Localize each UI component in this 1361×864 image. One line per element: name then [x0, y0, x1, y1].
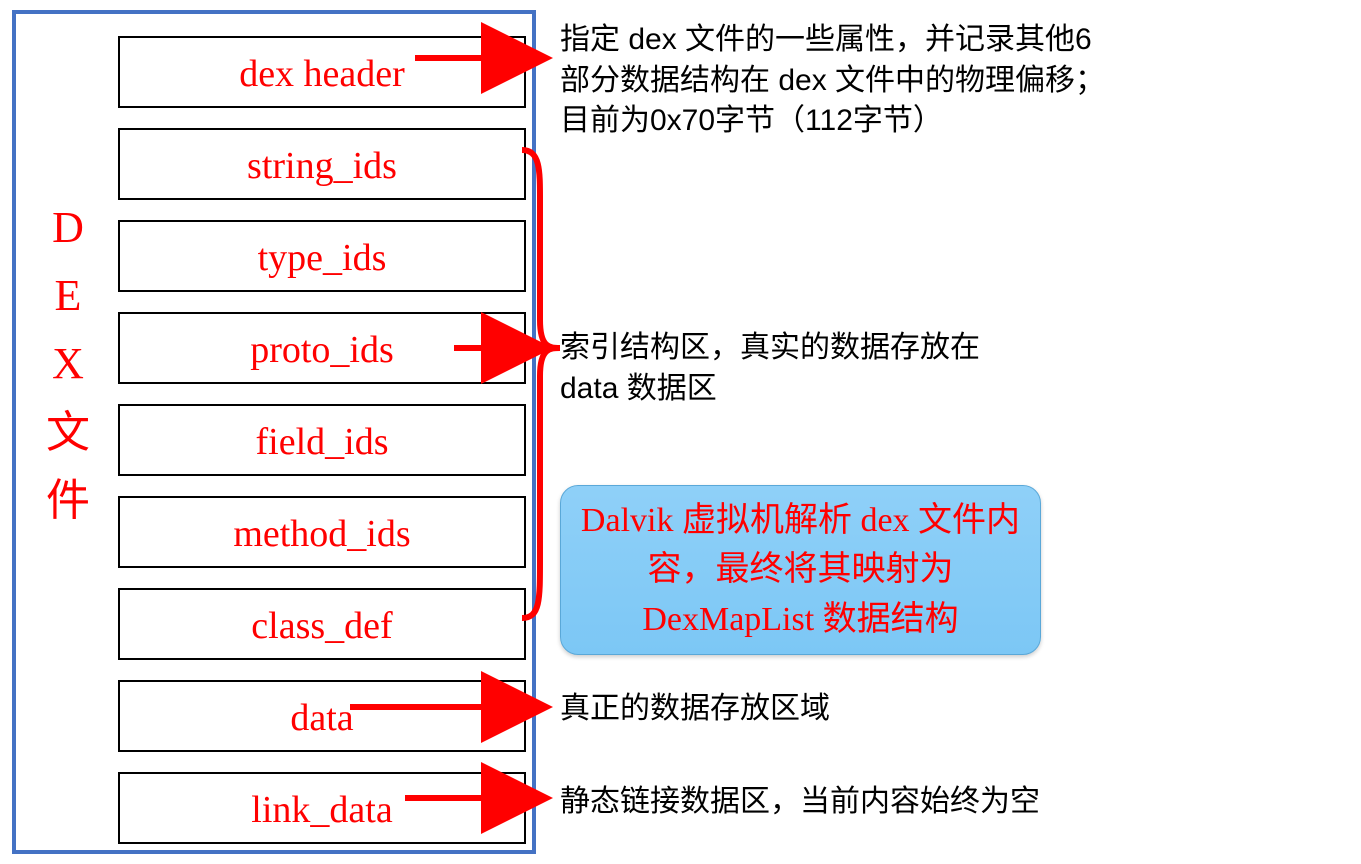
- vert-char: E: [44, 262, 92, 330]
- section-dex-header: dex header: [118, 36, 526, 108]
- dex-file-outer-box: D E X 文 件 dex header string_ids type_ids…: [12, 10, 536, 854]
- section-proto-ids: proto_ids: [118, 312, 526, 384]
- section-stack: dex header string_ids type_ids proto_ids…: [118, 36, 526, 844]
- section-data: data: [118, 680, 526, 752]
- section-gap: [118, 568, 526, 588]
- desc-data-area: 真正的数据存放区域: [560, 689, 1020, 730]
- dex-file-vertical-label: D E X 文 件: [44, 194, 92, 535]
- section-link-data: link_data: [118, 772, 526, 844]
- section-method-ids: method_ids: [118, 496, 526, 568]
- vert-char: D: [44, 194, 92, 262]
- section-gap: [118, 200, 526, 220]
- section-gap: [118, 292, 526, 312]
- section-gap: [118, 752, 526, 772]
- desc-dex-header: 指定 dex 文件的一些属性，并记录其他6部分数据结构在 dex 文件中的物理偏…: [560, 20, 1120, 142]
- section-type-ids: type_ids: [118, 220, 526, 292]
- vert-char: 文: [44, 399, 92, 467]
- section-gap: [118, 108, 526, 128]
- dalvik-callout-box: Dalvik 虚拟机解析 dex 文件内容，最终将其映射为 DexMapList…: [560, 485, 1041, 655]
- section-field-ids: field_ids: [118, 404, 526, 476]
- section-string-ids: string_ids: [118, 128, 526, 200]
- desc-link-data: 静态链接数据区，当前内容始终为空: [560, 782, 1120, 823]
- vert-char: X: [44, 330, 92, 398]
- section-class-def: class_def: [118, 588, 526, 660]
- dalvik-callout-text: Dalvik 虚拟机解析 dex 文件内容，最终将其映射为 DexMapList…: [577, 496, 1024, 644]
- section-gap: [118, 660, 526, 680]
- section-gap: [118, 384, 526, 404]
- desc-index-area: 索引结构区，真实的数据存放在 data 数据区: [560, 328, 1040, 409]
- vert-char: 件: [44, 467, 92, 535]
- section-gap: [118, 476, 526, 496]
